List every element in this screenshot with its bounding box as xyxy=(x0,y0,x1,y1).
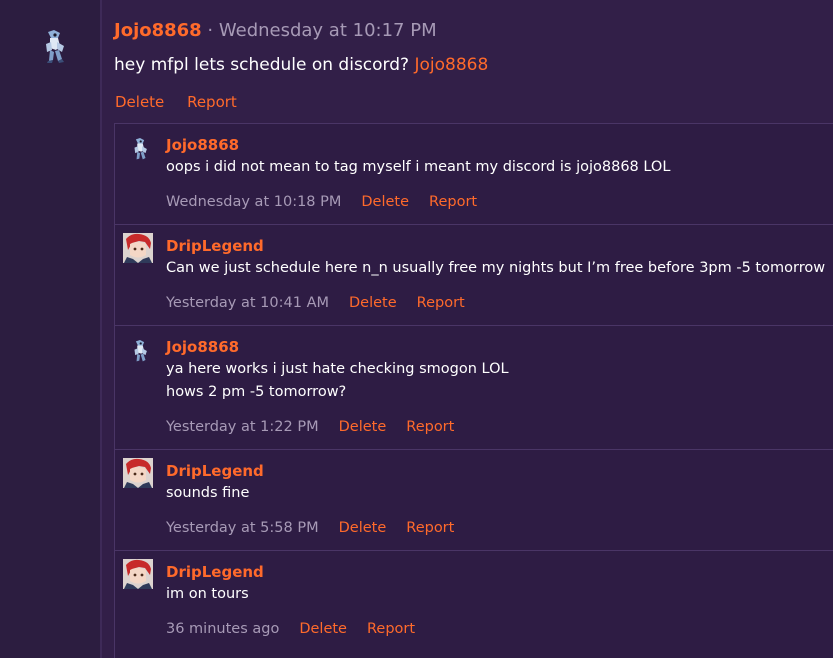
comment-item: DripLegend sounds fine Yesterday at 5:58… xyxy=(115,449,833,550)
delete-button[interactable]: Delete xyxy=(349,295,397,311)
comment-username[interactable]: DripLegend xyxy=(166,236,264,256)
profile-post-page: Jojo8868 · Wednesday at 10:17 PM hey mfp… xyxy=(0,0,833,658)
delete-button[interactable]: Delete xyxy=(339,520,387,536)
comment-timestamp[interactable]: Yesterday at 1:22 PM xyxy=(166,419,319,435)
comment-username[interactable]: DripLegend xyxy=(166,461,264,481)
comment-footer: Yesterday at 10:41 AM Delete Report xyxy=(166,293,485,313)
comment-footer: Wednesday at 10:18 PM Delete Report xyxy=(166,192,497,212)
left-gutter xyxy=(0,0,100,658)
pokemon-sprite-avatar[interactable] xyxy=(38,28,70,64)
report-button[interactable]: Report xyxy=(417,295,465,311)
comment-footer: Yesterday at 1:22 PM Delete Report xyxy=(166,417,474,437)
comment-item: Jojo8868 ya here works i just hate check… xyxy=(115,325,833,449)
comment-text-line: ya here works i just hate checking smogo… xyxy=(166,361,509,377)
red-haired-anime-avatar[interactable] xyxy=(123,233,153,263)
delete-button[interactable]: Delete xyxy=(115,93,164,111)
comment-text: im on tours xyxy=(166,586,249,602)
main-post-actions: Delete Report xyxy=(115,91,255,113)
comment-timestamp[interactable]: Wednesday at 10:18 PM xyxy=(166,194,341,210)
main-post-header: Jojo8868 · Wednesday at 10:17 PM xyxy=(114,18,437,44)
pokemon-sprite-avatar[interactable] xyxy=(129,136,151,162)
delete-button[interactable]: Delete xyxy=(361,194,409,210)
comment-timestamp[interactable]: Yesterday at 5:58 PM xyxy=(166,520,319,536)
comment-username[interactable]: Jojo8868 xyxy=(166,135,239,155)
red-haired-anime-avatar[interactable] xyxy=(123,559,153,589)
comment-timestamp[interactable]: Yesterday at 10:41 AM xyxy=(166,295,329,311)
comment-username[interactable]: DripLegend xyxy=(166,562,264,582)
comment-footer: 36 minutes ago Delete Report xyxy=(166,619,435,639)
comment-timestamp[interactable]: 36 minutes ago xyxy=(166,621,279,637)
comment-item: Jojo8868 oops i did not mean to tag myse… xyxy=(115,123,833,224)
main-post-username[interactable]: Jojo8868 xyxy=(114,20,202,41)
comments-list: Jojo8868 oops i did not mean to tag myse… xyxy=(114,123,833,658)
main-post-text: hey mfpl lets schedule on discord? Jojo8… xyxy=(114,52,488,78)
comment-username[interactable]: Jojo8868 xyxy=(166,337,239,357)
report-button[interactable]: Report xyxy=(429,194,477,210)
report-button[interactable]: Report xyxy=(187,93,237,111)
red-haired-anime-avatar[interactable] xyxy=(123,458,153,488)
user-mention-link[interactable]: Jojo8868 xyxy=(414,55,488,75)
main-post-timestamp[interactable]: Wednesday at 10:17 PM xyxy=(219,20,437,41)
comment-text-line: hows 2 pm -5 tomorrow? xyxy=(166,384,347,400)
delete-button[interactable]: Delete xyxy=(299,621,347,637)
delete-button[interactable]: Delete xyxy=(339,419,387,435)
comment-item: DripLegend Can we just schedule here n_n… xyxy=(115,224,833,325)
report-button[interactable]: Report xyxy=(406,419,454,435)
main-post-body: hey mfpl lets schedule on discord? xyxy=(114,55,415,75)
comment-item: DripLegend im on tours 36 minutes ago Del… xyxy=(115,550,833,658)
report-button[interactable]: Report xyxy=(406,520,454,536)
comment-footer: Yesterday at 5:58 PM Delete Report xyxy=(166,518,474,538)
pokemon-sprite-avatar[interactable] xyxy=(129,338,151,364)
comment-text: Can we just schedule here n_n usually fr… xyxy=(166,260,826,276)
header-separator: · xyxy=(201,20,219,41)
comment-text: sounds fine xyxy=(166,485,250,501)
comment-text: oops i did not mean to tag myself i mean… xyxy=(166,159,671,175)
report-button[interactable]: Report xyxy=(367,621,415,637)
